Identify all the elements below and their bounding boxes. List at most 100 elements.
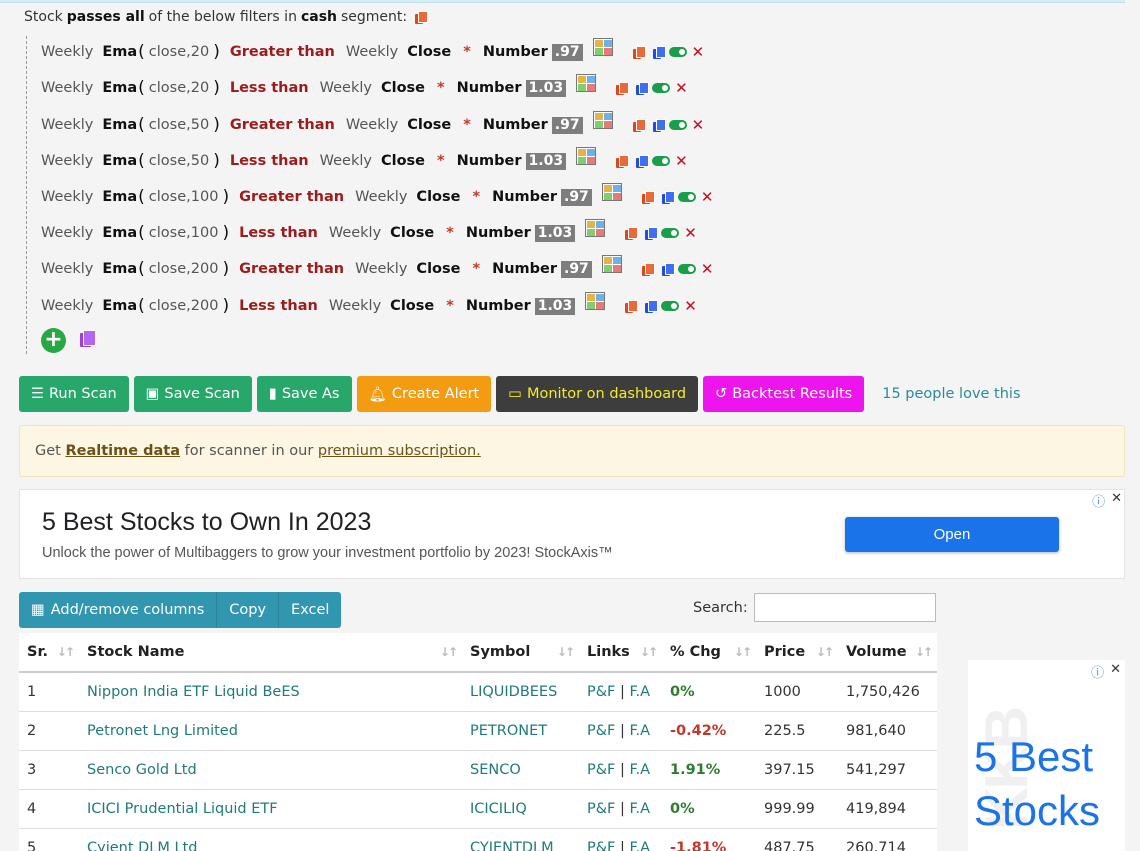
filter-comparator[interactable]: Greater than [230, 44, 335, 60]
search-input[interactable] [753, 593, 936, 622]
symbol-link[interactable]: ICICILIQ [462, 788, 579, 828]
ad-title[interactable]: 5 Best Stocks to Own In 2023 [42, 508, 371, 537]
filter-timeframe[interactable]: Weekly [41, 298, 93, 314]
toggle-filter-icon[interactable] [668, 120, 687, 130]
side-ad-text[interactable]: 5 Best Stocks [974, 730, 1100, 838]
delete-filter-icon[interactable]: ✕ [675, 153, 688, 169]
copy-filter-icon[interactable] [632, 45, 646, 59]
sort-icon[interactable]: ↓↑ [915, 645, 933, 659]
filter-field[interactable]: Close [416, 261, 460, 277]
side-ad-close-icon[interactable]: ✕ [1110, 662, 1121, 681]
stock-name-link[interactable]: ICICI Prudential Liquid ETF [79, 788, 462, 828]
save-as-button[interactable]: ▮ Save As [256, 376, 352, 412]
filter-comparator[interactable]: Less than [230, 80, 309, 96]
sort-icon[interactable]: ↓↑ [57, 645, 75, 659]
sort-icon[interactable]: ↓↑ [734, 645, 752, 659]
create-alert-button[interactable]: 🔔︎ Create Alert [356, 376, 492, 412]
filter-timeframe-2[interactable]: Weekly [320, 80, 372, 96]
fa-link[interactable]: F.A [630, 723, 651, 739]
filter-timeframe-2[interactable]: Weekly [346, 117, 398, 133]
filter-field[interactable]: Close [390, 298, 434, 314]
delete-filter-icon[interactable]: ✕ [692, 117, 705, 133]
delete-filter-icon[interactable]: ✕ [675, 80, 688, 96]
pf-link[interactable]: P&F [587, 723, 615, 739]
filter-timeframe-2[interactable]: Weekly [320, 153, 372, 169]
excel-button[interactable]: Excel [279, 592, 342, 628]
filter-operator[interactable]: * [446, 298, 454, 314]
sort-icon[interactable]: ↓↑ [440, 645, 458, 659]
pf-link[interactable]: P&F [587, 840, 615, 851]
copy-scan-icon[interactable] [415, 10, 429, 24]
filter-field[interactable]: Close [407, 44, 451, 60]
filter-timeframe-2[interactable]: Weekly [329, 225, 381, 241]
copy-filter-icon[interactable] [641, 262, 655, 276]
filter-comparator[interactable]: Greater than [239, 189, 344, 205]
filter-value[interactable]: 1.03 [525, 79, 567, 97]
filter-function[interactable]: Ema [102, 153, 137, 169]
duplicate-filter-icon[interactable] [652, 118, 666, 132]
premium-subscription-link[interactable]: premium subscription. [318, 443, 481, 459]
filter-number-label[interactable]: Number [457, 80, 522, 96]
monitor-dashboard-button[interactable]: ▭ Monitor on dashboard [496, 376, 699, 412]
filter-timeframe[interactable]: Weekly [41, 189, 93, 205]
filter-operator[interactable]: * [472, 189, 480, 205]
calculator-icon[interactable] [601, 183, 622, 201]
filter-timeframe[interactable]: Weekly [41, 225, 93, 241]
symbol-link[interactable]: SENCO [462, 749, 579, 789]
symbol-link[interactable]: CYIENTDLM [462, 827, 579, 851]
column-header[interactable]: % Chg ↓↑ [662, 633, 756, 673]
filter-number-label[interactable]: Number [457, 153, 522, 169]
stock-name-link[interactable]: Petronet Lng Limited [79, 710, 462, 750]
filter-operator[interactable]: * [463, 117, 471, 133]
filter-operator[interactable]: * [463, 44, 471, 60]
filter-value[interactable]: .97 [551, 43, 583, 61]
filter-number-label[interactable]: Number [492, 189, 557, 205]
filter-comparator[interactable]: Less than [230, 153, 309, 169]
filter-timeframe-2[interactable]: Weekly [329, 298, 381, 314]
filter-value[interactable]: .97 [561, 188, 592, 206]
duplicate-filter-icon[interactable] [661, 190, 675, 204]
filter-field[interactable]: Close [416, 189, 460, 205]
symbol-link[interactable]: PETRONET [462, 710, 579, 750]
calculator-icon[interactable] [592, 111, 613, 129]
duplicate-filter-icon[interactable] [636, 81, 650, 95]
calculator-icon[interactable] [585, 219, 606, 237]
stock-name-link[interactable]: Nippon India ETF Liquid BeES [79, 671, 462, 711]
delete-filter-icon[interactable]: ✕ [684, 298, 697, 314]
love-count[interactable]: 15 people love this [882, 386, 1020, 402]
filter-operator[interactable]: * [437, 80, 445, 96]
side-ad[interactable]: KKB 5 Best Stocks ⓘ ✕ [968, 660, 1125, 851]
copy-filter-icon[interactable] [641, 190, 655, 204]
fa-link[interactable]: F.A [630, 801, 651, 817]
duplicate-filter-icon[interactable] [661, 262, 675, 276]
duplicate-filter-icon[interactable] [636, 154, 650, 168]
filter-number-label[interactable]: Number [492, 261, 557, 277]
stock-name-link[interactable]: Cyient DLM Ltd [79, 827, 462, 851]
duplicate-filter-icon[interactable] [652, 45, 666, 59]
banner-ad[interactable]: 5 Best Stocks to Own In 2023 Unlock the … [19, 489, 1125, 579]
filter-function[interactable]: Ema [102, 80, 137, 96]
column-header[interactable]: Symbol ↓↑ [462, 633, 579, 673]
copy-button[interactable]: Copy [217, 592, 280, 628]
delete-filter-icon[interactable]: ✕ [701, 261, 714, 277]
delete-filter-icon[interactable]: ✕ [684, 225, 697, 241]
calculator-icon[interactable] [601, 255, 622, 273]
pf-link[interactable]: P&F [587, 684, 615, 700]
symbol-link[interactable]: LIQUIDBEES [462, 671, 579, 711]
filter-args[interactable]: close,50 [149, 153, 209, 169]
add-filter-icon[interactable]: + [41, 328, 66, 353]
sort-icon[interactable]: ↓↑ [640, 645, 658, 659]
toggle-filter-icon[interactable] [668, 47, 687, 57]
toggle-filter-icon[interactable] [677, 192, 696, 202]
ad-info-icon[interactable]: ⓘ [1092, 491, 1105, 510]
fa-link[interactable]: F.A [630, 684, 651, 700]
filter-value[interactable]: .97 [551, 116, 583, 134]
copy-filter-icon[interactable] [616, 154, 630, 168]
backtest-results-button[interactable]: ↺ Backtest Results [703, 376, 865, 412]
duplicate-filter-icon[interactable] [645, 226, 659, 240]
filter-comparator[interactable]: Greater than [230, 117, 335, 133]
filter-value[interactable]: .97 [561, 260, 592, 278]
column-header[interactable]: Price ↓↑ [756, 633, 838, 673]
ad-open-button[interactable]: Open [845, 517, 1059, 552]
run-scan-button[interactable]: ☰ Run Scan [19, 376, 129, 412]
